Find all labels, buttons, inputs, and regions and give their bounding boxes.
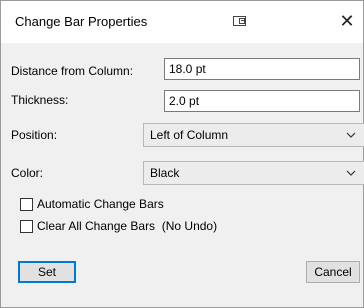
position-label: Position: [11, 128, 58, 142]
cancel-button[interactable]: Cancel [306, 261, 360, 283]
distance-label: Distance from Column: [11, 64, 134, 78]
position-select[interactable]: Left of Column [143, 123, 364, 147]
position-select-value: Left of Column [150, 128, 229, 142]
clear-all-change-bars-checkbox[interactable] [20, 219, 33, 233]
title-bar: Change Bar Properties ✕ [1, 1, 363, 43]
set-button[interactable]: Set [18, 261, 76, 283]
chevron-down-icon [346, 170, 356, 176]
color-select-value: Black [150, 166, 180, 180]
automatic-change-bars-label: Automatic Change Bars [37, 197, 164, 211]
automatic-change-bars-option[interactable]: Automatic Change Bars [20, 197, 164, 211]
close-icon: ✕ [339, 10, 355, 31]
clear-all-change-bars-label: Clear All Change Bars (No Undo) [37, 219, 218, 233]
thickness-label: Thickness: [11, 93, 69, 107]
window-restore-icon[interactable] [233, 15, 247, 27]
change-bar-properties-dialog: Change Bar Properties ✕ Distance from Co… [0, 0, 364, 308]
color-select[interactable]: Black [143, 161, 364, 185]
thickness-field[interactable]: 2.0 pt [164, 90, 360, 112]
dialog-title: Change Bar Properties [15, 14, 148, 29]
automatic-change-bars-checkbox[interactable] [20, 197, 33, 211]
clear-all-change-bars-option[interactable]: Clear All Change Bars (No Undo) [20, 219, 217, 233]
close-button[interactable]: ✕ [335, 9, 359, 33]
chevron-down-icon [346, 132, 356, 138]
color-label: Color: [11, 166, 44, 180]
distance-field[interactable]: 18.0 pt [164, 58, 360, 80]
